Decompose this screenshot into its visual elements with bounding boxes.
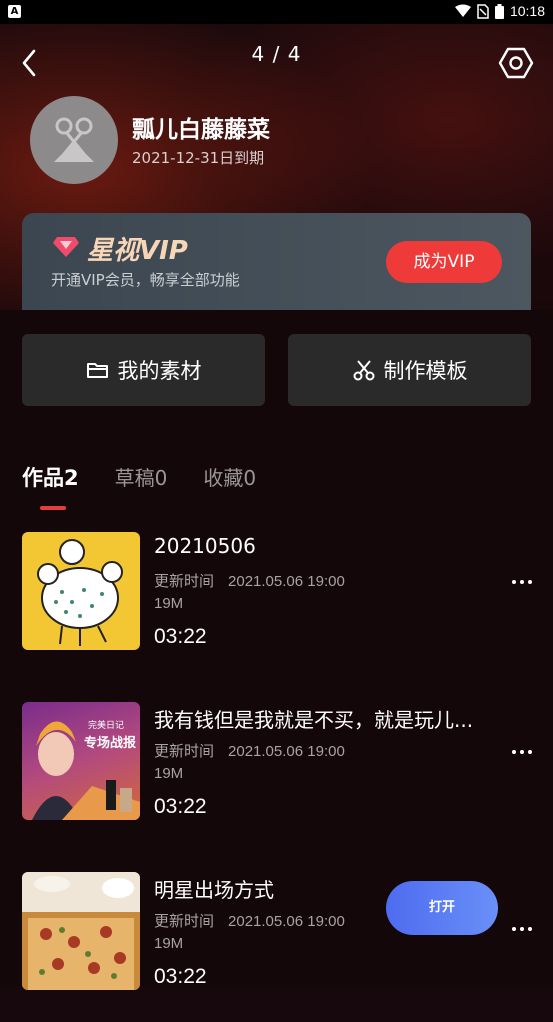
pizza-thumbnail-image [22, 872, 140, 990]
updated-label: 更新时间 [154, 912, 215, 930]
page-indicator: 4 / 4 [251, 42, 302, 66]
work-title: 20210506 [154, 534, 256, 558]
make-template-label: 制作模板 [383, 359, 468, 383]
status-time: 10:18 [509, 3, 545, 19]
status-bar: A 10:18 [0, 0, 553, 24]
settings-hexagon-icon[interactable] [498, 46, 534, 80]
username: 瓢儿白藤藤菜 [132, 117, 270, 143]
work-item[interactable]: 完美日记 专场战报 我有钱但是我就是不买，就是玩儿... 更新时间 2021.05… [0, 702, 553, 852]
updated-time: 2021.05.06 19:00 [228, 743, 345, 760]
work-duration: 03:22 [154, 625, 207, 648]
updated-time: 2021.05.06 19:00 [228, 573, 345, 590]
work-duration: 03:22 [154, 965, 207, 988]
work-updated: 更新时间 2021.05.06 19:00 [154, 910, 345, 931]
diamond-icon [53, 237, 79, 257]
work-thumbnail[interactable] [22, 872, 140, 990]
open-button[interactable]: 打开 [386, 881, 498, 935]
become-vip-button[interactable]: 成为VIP [386, 241, 502, 283]
work-size: 19M [154, 765, 184, 782]
works-tabs: 作品2 草稿0 收藏0 [22, 462, 292, 492]
tab-favorites[interactable]: 收藏0 [203, 462, 256, 492]
more-options-icon[interactable] [510, 924, 534, 934]
work-updated: 更新时间 2021.05.06 19:00 [154, 740, 345, 761]
updated-time: 2021.05.06 19:00 [228, 913, 345, 930]
vip-title: 星视VIP [87, 236, 188, 266]
updated-label: 更新时间 [154, 572, 215, 590]
tab-works[interactable]: 作品2 [22, 462, 79, 492]
work-title: 我有钱但是我就是不买，就是玩儿... [154, 708, 474, 732]
wifi-icon [454, 4, 471, 17]
active-tab-indicator [40, 506, 66, 510]
work-duration: 03:22 [154, 795, 207, 818]
work-item[interactable]: 20210506 更新时间 2021.05.06 19:00 19M 03:22 [0, 532, 553, 682]
battery-icon [494, 3, 504, 19]
thumb-caption-brand: 完美日记 [88, 721, 125, 731]
vip-banner[interactable]: 星视VIP 开通VIP会员，畅享全部功能 成为VIP [22, 213, 531, 323]
my-materials-label: 我的素材 [117, 359, 202, 383]
work-thumbnail[interactable]: 完美日记 专场战报 [22, 702, 140, 820]
membership-expiry: 2021-12-31日到期 [132, 149, 265, 167]
vip-subtitle: 开通VIP会员，畅享全部功能 [51, 271, 240, 289]
more-options-icon[interactable] [510, 577, 534, 587]
cartoon-thumbnail-image [37, 539, 123, 646]
work-updated: 更新时间 2021.05.06 19:00 [154, 570, 345, 591]
avatar[interactable] [30, 96, 118, 184]
more-options-icon[interactable] [510, 747, 534, 757]
no-sim-icon [477, 3, 489, 19]
work-size: 19M [154, 595, 184, 612]
updated-label: 更新时间 [154, 742, 215, 760]
work-title: 明星出场方式 [154, 878, 274, 902]
work-thumbnail[interactable] [22, 532, 140, 650]
folder-icon [86, 363, 108, 378]
scissors-icon [353, 360, 374, 381]
thumb-caption-title: 专场战报 [84, 736, 137, 751]
make-template-button[interactable]: 制作模板 [288, 334, 531, 406]
work-size: 19M [154, 935, 184, 952]
scissors-avatar-icon [54, 117, 94, 162]
tab-drafts[interactable]: 草稿0 [115, 462, 168, 492]
my-materials-button[interactable]: 我的素材 [22, 334, 265, 406]
app-notification-icon: A [8, 5, 21, 18]
